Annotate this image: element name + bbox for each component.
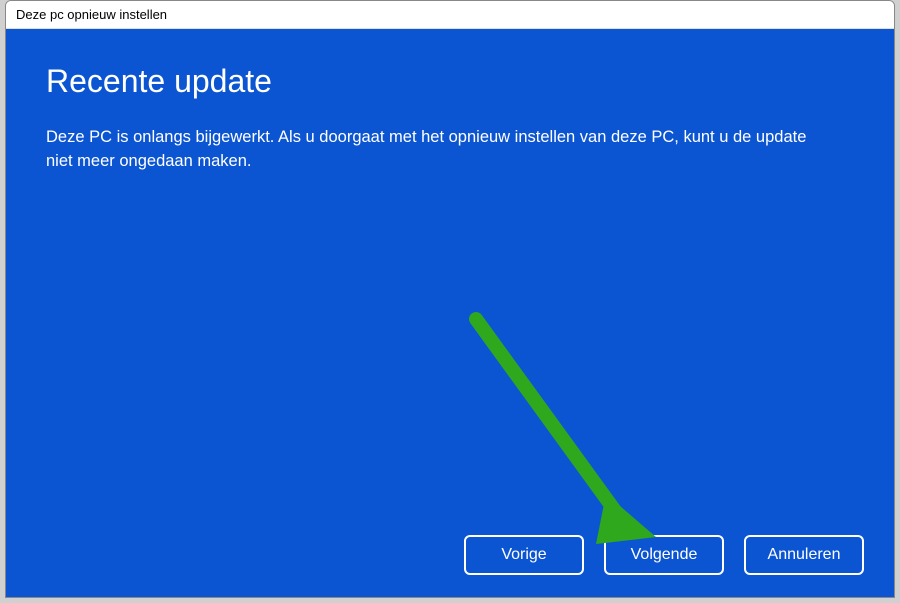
annotation-arrow-icon — [456, 299, 676, 559]
reset-pc-window: Deze pc opnieuw instellen Recente update… — [5, 0, 895, 598]
back-button[interactable]: Vorige — [464, 535, 584, 575]
dialog-body: Recente update Deze PC is onlangs bijgew… — [6, 29, 894, 597]
window-title: Deze pc opnieuw instellen — [16, 7, 167, 22]
dialog-heading: Recente update — [46, 63, 854, 100]
dialog-message: Deze PC is onlangs bijgewerkt. Als u doo… — [46, 126, 836, 174]
button-row: Vorige Volgende Annuleren — [464, 535, 864, 575]
back-button-label: Vorige — [501, 546, 546, 564]
next-button-label: Volgende — [631, 546, 698, 564]
cancel-button-label: Annuleren — [768, 546, 841, 564]
cancel-button[interactable]: Annuleren — [744, 535, 864, 575]
title-bar[interactable]: Deze pc opnieuw instellen — [6, 1, 894, 29]
next-button[interactable]: Volgende — [604, 535, 724, 575]
